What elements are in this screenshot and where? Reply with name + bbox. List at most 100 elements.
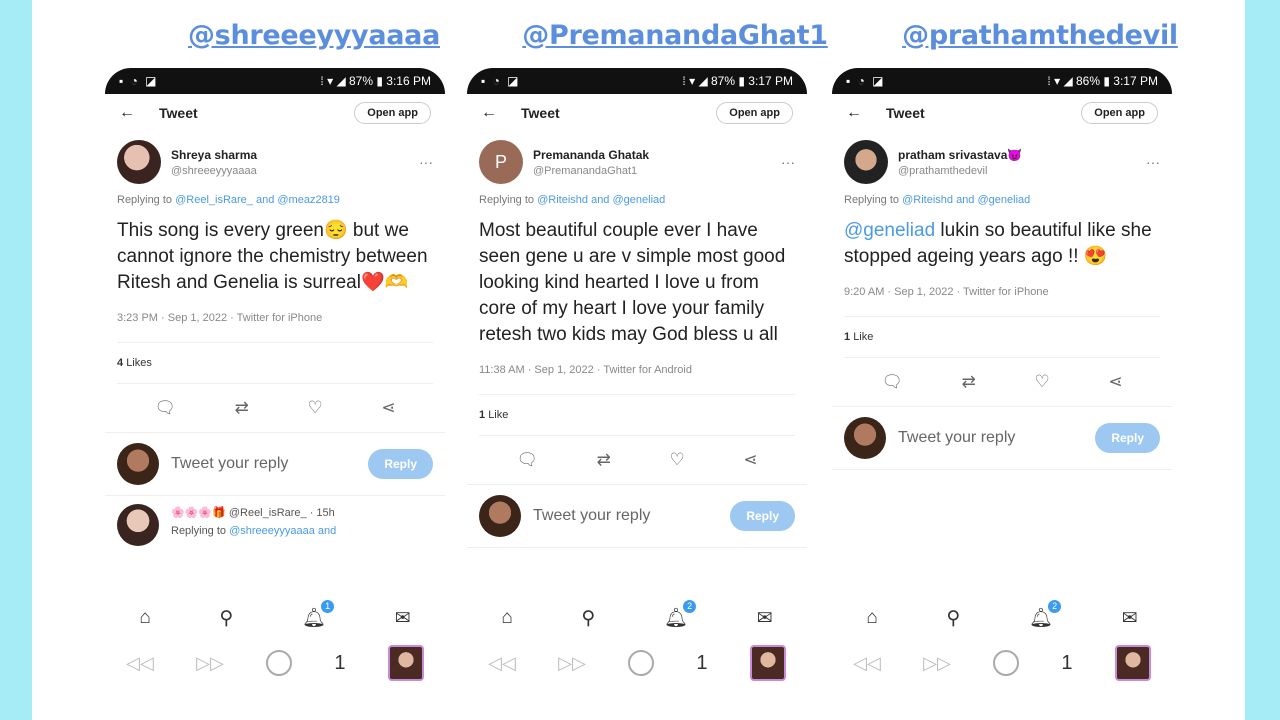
reply-icon[interactable]: 🗨 bbox=[154, 398, 176, 418]
more-options-icon[interactable]: ··· bbox=[1146, 154, 1160, 170]
replying-to: Replying to @Riteishd and @geneliad bbox=[467, 190, 807, 210]
likes-count[interactable]: 1 Like bbox=[844, 317, 1160, 358]
heart-icon[interactable]: ♡ bbox=[307, 398, 322, 418]
tweet-actions: 🗨 ⇄ ♡ ⋖ bbox=[467, 436, 807, 485]
home-icon[interactable]: ⌂ bbox=[139, 607, 150, 629]
reply-input[interactable]: Tweet your reply bbox=[171, 455, 368, 473]
tab-count[interactable]: 1 bbox=[334, 652, 345, 675]
bell-icon[interactable]: 🔔︎ 1 bbox=[302, 600, 335, 630]
likes-label: Like bbox=[488, 409, 509, 421]
avatar[interactable] bbox=[117, 504, 159, 546]
avatar[interactable] bbox=[117, 140, 161, 184]
tab-count[interactable]: 1 bbox=[1061, 652, 1072, 675]
likes-count[interactable]: 1 Like bbox=[479, 395, 795, 436]
browser-forward-icon[interactable]: ▷▷ bbox=[923, 653, 951, 674]
avatar[interactable] bbox=[844, 140, 888, 184]
more-options-icon[interactable]: ··· bbox=[781, 154, 795, 170]
mail-icon[interactable]: ✉ bbox=[395, 607, 411, 630]
status-left: ▪ ◔ ◪ bbox=[846, 74, 886, 88]
username[interactable]: @shreeeyyyaaaa bbox=[171, 165, 419, 177]
avatar[interactable]: P bbox=[479, 140, 523, 184]
browser-forward-icon[interactable]: ▷▷ bbox=[196, 653, 224, 674]
display-name[interactable]: pratham srivastava😈 bbox=[898, 148, 1146, 162]
replying-to-link[interactable]: @Riteishd and @geneliad bbox=[902, 194, 1030, 206]
reply-button[interactable]: Reply bbox=[730, 501, 795, 531]
back-arrow-icon[interactable]: ← bbox=[119, 104, 135, 122]
tab-thumbnail[interactable] bbox=[1114, 645, 1151, 681]
back-arrow-icon[interactable]: ← bbox=[846, 104, 862, 122]
system-nav: ◁◁ ▷▷ 1 bbox=[467, 640, 807, 686]
tab-thumbnail[interactable] bbox=[749, 645, 786, 681]
share-icon[interactable]: ⋖ bbox=[743, 450, 757, 470]
replying-to: Replying to @Reel_isRare_ and @meaz2819 bbox=[105, 190, 445, 210]
tab-count[interactable]: 1 bbox=[696, 652, 707, 675]
username[interactable]: @PremanandaGhat1 bbox=[533, 165, 781, 177]
search-icon[interactable]: ⚲ bbox=[946, 607, 960, 630]
mail-icon[interactable]: ✉ bbox=[1122, 607, 1138, 630]
heart-icon[interactable]: ♡ bbox=[1034, 372, 1049, 392]
open-app-button[interactable]: Open app bbox=[716, 102, 793, 124]
retweet-icon[interactable]: ⇄ bbox=[597, 450, 611, 470]
reply-input[interactable]: Tweet your reply bbox=[533, 507, 730, 525]
likes-count[interactable]: 4 Likes bbox=[117, 343, 433, 384]
browser-back-icon[interactable]: ◁◁ bbox=[126, 653, 154, 674]
browser-forward-icon[interactable]: ▷▷ bbox=[558, 653, 586, 674]
tweet-actions: 🗨 ⇄ ♡ ⋖ bbox=[832, 358, 1172, 407]
browser-back-icon[interactable]: ◁◁ bbox=[853, 653, 881, 674]
handle-label-3: @prathamthedevil bbox=[902, 20, 1178, 51]
status-bar: ▪ ◔ ◪ ⁞ ▾ ◢ 87% ▮ 3:17 PM bbox=[467, 68, 807, 94]
search-icon[interactable]: ⚲ bbox=[219, 607, 233, 630]
retweet-icon[interactable]: ⇄ bbox=[235, 398, 249, 418]
tweet-author: Shreya sharma @shreeeyyyaaaa ··· bbox=[105, 132, 445, 190]
notification-badge: 2 bbox=[1048, 600, 1062, 613]
avatar bbox=[479, 495, 521, 537]
handle-label-2: @PremanandaGhat1 bbox=[522, 20, 828, 51]
sub-reply[interactable]: 🌸🌸🌸🎁 @Reel_isRare_ · 15h Replying to @sh… bbox=[105, 496, 445, 554]
browser-back-icon[interactable]: ◁◁ bbox=[488, 653, 516, 674]
reply-icon[interactable]: 🗨 bbox=[881, 372, 903, 392]
retweet-icon[interactable]: ⇄ bbox=[962, 372, 976, 392]
reply-composer: Tweet your reply Reply bbox=[832, 407, 1172, 470]
home-circle-icon[interactable] bbox=[993, 650, 1020, 676]
open-app-button[interactable]: Open app bbox=[354, 102, 431, 124]
reply-input[interactable]: Tweet your reply bbox=[898, 429, 1095, 447]
likes-label: Like bbox=[853, 331, 874, 343]
home-icon[interactable]: ⌂ bbox=[866, 607, 877, 629]
tweet-mention-link[interactable]: @geneliad bbox=[844, 220, 935, 241]
bell-icon[interactable]: 🔔︎ 2 bbox=[1029, 600, 1062, 630]
tweet-actions: 🗨 ⇄ ♡ ⋖ bbox=[105, 384, 445, 433]
display-name[interactable]: Premananda Ghatak bbox=[533, 148, 781, 162]
tab-thumbnail[interactable] bbox=[387, 645, 424, 681]
reply-button[interactable]: Reply bbox=[1095, 423, 1160, 453]
more-options-icon[interactable]: ··· bbox=[419, 154, 433, 170]
reply-composer: Tweet your reply Reply bbox=[467, 485, 807, 548]
bottom-nav: ⌂ ⚲ 🔔︎ 2 ✉ bbox=[832, 598, 1172, 638]
search-icon[interactable]: ⚲ bbox=[581, 607, 595, 630]
open-app-button[interactable]: Open app bbox=[1081, 102, 1158, 124]
home-circle-icon[interactable] bbox=[628, 650, 655, 676]
username[interactable]: @prathamthedevil bbox=[898, 165, 1146, 177]
tweet-author: pratham srivastava😈 @prathamthedevil ··· bbox=[832, 132, 1172, 190]
share-icon[interactable]: ⋖ bbox=[1108, 372, 1122, 392]
tweet-meta: 11:38 AM · Sep 1, 2022 · Twitter for And… bbox=[479, 356, 795, 395]
replying-to-link[interactable]: @Reel_isRare_ and @meaz2819 bbox=[175, 194, 340, 206]
notification-badge: 2 bbox=[683, 600, 697, 613]
reply-button[interactable]: Reply bbox=[368, 449, 433, 479]
status-left: ▪ ◔ ◪ bbox=[481, 74, 521, 88]
handle-label-1: @shreeeyyyaaaa bbox=[187, 20, 441, 51]
mail-icon[interactable]: ✉ bbox=[757, 607, 773, 630]
replying-to-link[interactable]: @Riteishd and @geneliad bbox=[537, 194, 665, 206]
display-name[interactable]: Shreya sharma bbox=[171, 148, 419, 162]
home-icon[interactable]: ⌂ bbox=[501, 607, 512, 629]
share-icon[interactable]: ⋖ bbox=[381, 398, 395, 418]
tweet-author: P Premananda Ghatak @PremanandaGhat1 ··· bbox=[467, 132, 807, 190]
reply-icon[interactable]: 🗨 bbox=[516, 450, 538, 470]
sub-reply-link[interactable]: @shreeeyyyaaaa and bbox=[229, 525, 336, 537]
bell-icon[interactable]: 🔔︎ 2 bbox=[664, 600, 697, 630]
back-arrow-icon[interactable]: ← bbox=[481, 104, 497, 122]
heart-icon[interactable]: ♡ bbox=[669, 450, 684, 470]
sub-reply-header: 🌸🌸🌸🎁 @Reel_isRare_ · 15h bbox=[171, 507, 335, 519]
home-circle-icon[interactable] bbox=[266, 650, 293, 676]
tweet-topbar: ← Tweet Open app bbox=[832, 94, 1172, 132]
likes-label: Likes bbox=[126, 357, 152, 369]
